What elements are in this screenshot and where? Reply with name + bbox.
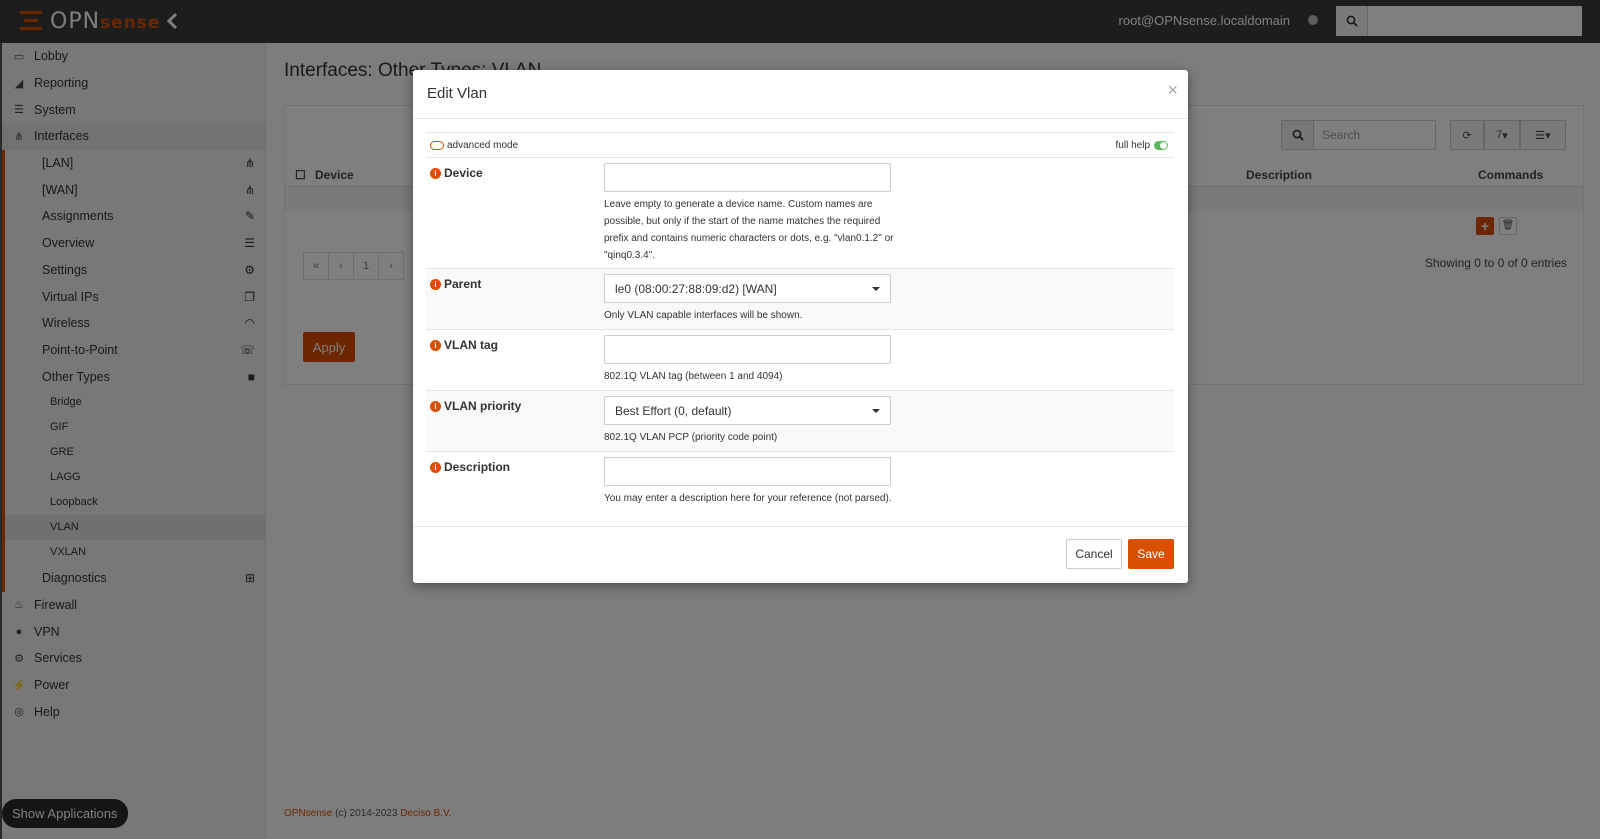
parent-select[interactable]: le0 (08:00:27:88:09:d2) [WAN]	[604, 274, 891, 303]
toggle-off-icon	[430, 141, 444, 150]
vlan-priority-label: VLAN priority	[444, 399, 522, 413]
advanced-mode-toggle[interactable]: advanced mode	[430, 140, 518, 151]
parent-row: i Parent le0 (08:00:27:88:09:d2) [WAN] On…	[426, 269, 1174, 330]
description-row: i Description You may enter a description…	[426, 452, 1174, 512]
edit-vlan-dialog: Edit Vlan × advanced mode full help i Dev…	[413, 70, 1188, 583]
description-input[interactable]	[604, 457, 891, 486]
toggle-on-icon	[1154, 141, 1168, 150]
vlan-priority-select[interactable]: Best Effort (0, default)	[604, 396, 891, 425]
caret-down-icon	[872, 409, 880, 413]
vlan-tag-help: 802.1Q VLAN tag (between 1 and 4094)	[604, 371, 783, 382]
vlan-priority-row: i VLAN priority Best Effort (0, default) …	[426, 391, 1174, 452]
device-help: Leave empty to generate a device name. C…	[604, 199, 894, 261]
vlan-tag-input[interactable]	[604, 335, 891, 364]
modal-title: Edit Vlan	[427, 85, 488, 102]
vlan-tag-label: VLAN tag	[444, 338, 498, 352]
info-icon[interactable]: i	[430, 167, 441, 179]
vlan-form: advanced mode full help i Device Leave em…	[426, 132, 1174, 512]
save-button[interactable]: Save	[1128, 539, 1174, 569]
device-label: Device	[444, 166, 483, 180]
close-icon[interactable]: ×	[1167, 80, 1178, 101]
vlan-priority-help: 802.1Q VLAN PCP (priority code point)	[604, 432, 778, 443]
info-icon[interactable]: i	[430, 400, 441, 412]
full-help-toggle[interactable]: full help	[1116, 140, 1168, 151]
parent-help: Only VLAN capable interfaces will be sho…	[604, 310, 803, 321]
device-input[interactable]	[604, 163, 891, 192]
info-icon[interactable]: i	[430, 339, 441, 351]
info-icon[interactable]: i	[430, 278, 441, 290]
parent-label: Parent	[444, 277, 482, 291]
device-row: i Device Leave empty to generate a device…	[426, 158, 1174, 269]
modal-header: Edit Vlan ×	[413, 70, 1188, 119]
cancel-button[interactable]: Cancel	[1066, 539, 1122, 569]
description-label: Description	[444, 460, 511, 474]
info-icon[interactable]: i	[430, 461, 441, 473]
caret-down-icon	[872, 287, 880, 291]
vlan-tag-row: i VLAN tag 802.1Q VLAN tag (between 1 and…	[426, 330, 1174, 391]
description-help: You may enter a description here for you…	[604, 493, 892, 504]
form-options-row: advanced mode full help	[426, 132, 1174, 158]
modal-footer: Cancel Save	[413, 526, 1188, 583]
